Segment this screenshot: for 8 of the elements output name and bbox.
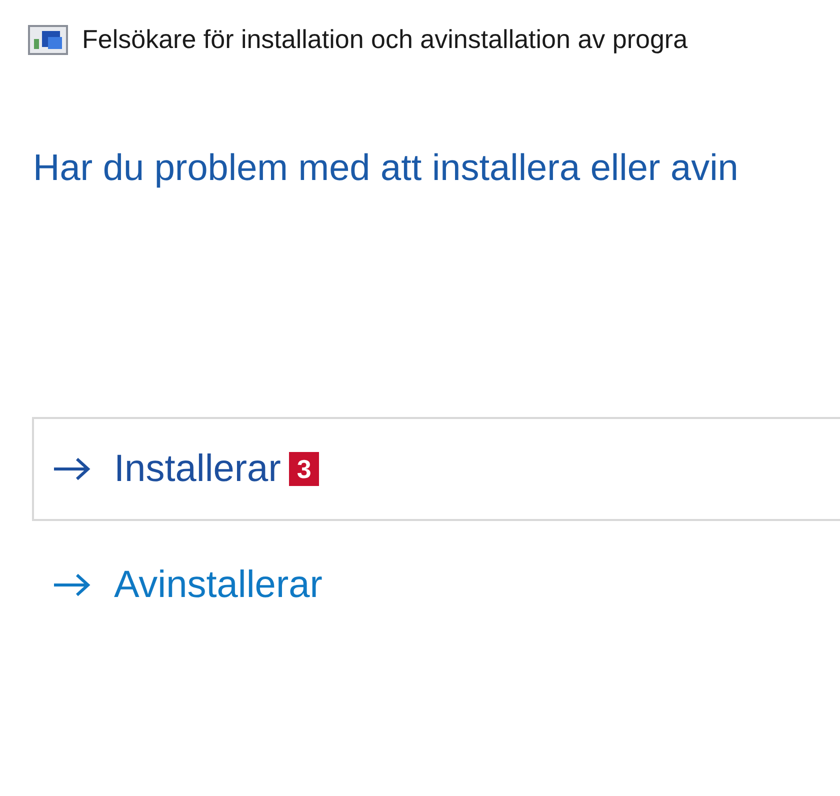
option-link[interactable]: Installerar 3: [32, 417, 840, 521]
option-link[interactable]: Avinstallerar: [32, 533, 840, 637]
troubleshooter-icon: [28, 24, 68, 54]
window-title: Felsökare för installation och avinstallation av progra: [82, 24, 688, 55]
arrow-icon: [52, 573, 92, 597]
heading: Har du problem med att installera eller avin: [33, 147, 740, 189]
arrow-icon: [52, 457, 92, 481]
number-badge: 3: [288, 452, 320, 486]
